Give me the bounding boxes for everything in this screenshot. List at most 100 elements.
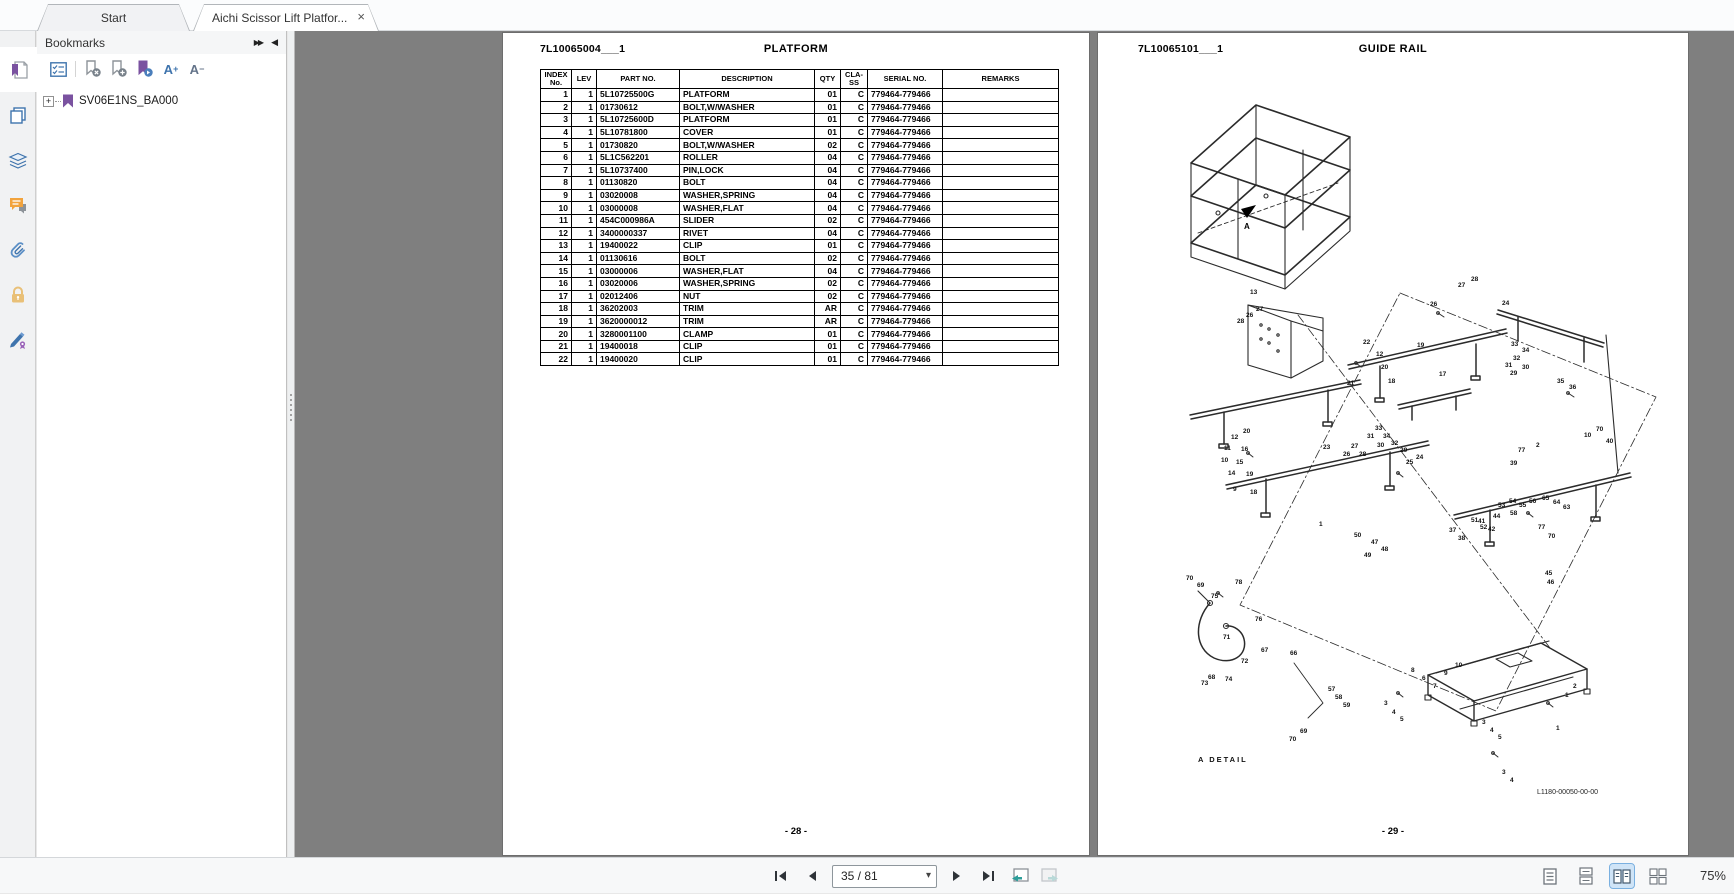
svg-text:67: 67 — [1261, 647, 1269, 654]
svg-text:4: 4 — [1392, 709, 1396, 716]
chevron-down-icon[interactable]: ▾ — [926, 870, 931, 881]
svg-text:27: 27 — [1351, 443, 1359, 450]
first-page-button[interactable] — [770, 865, 792, 887]
collapse-panel-icon[interactable]: ◀ — [271, 37, 278, 48]
svg-text:9: 9 — [1233, 486, 1237, 493]
pdf-page-28: 7L10065004___1 PLATFORM INDEX No. LEV PART… — [502, 32, 1090, 856]
svg-text:12: 12 — [1231, 434, 1239, 441]
svg-text:3: 3 — [1482, 719, 1486, 726]
svg-text:70: 70 — [1289, 736, 1297, 743]
previous-page-button[interactable] — [801, 865, 823, 887]
panel-tab-signatures[interactable] — [0, 317, 36, 362]
add-bookmark-icon[interactable] — [106, 58, 132, 80]
svg-text:44: 44 — [1493, 513, 1501, 520]
tab-start[interactable]: Start — [37, 4, 190, 31]
increase-text-size-button[interactable]: A + — [158, 58, 184, 80]
svg-text:35: 35 — [1557, 378, 1565, 385]
svg-text:30: 30 — [1377, 442, 1385, 449]
last-page-button[interactable] — [977, 865, 999, 887]
table-row: 17 1 02012406 NUT 02 C 779464-779466 — [540, 289, 1059, 304]
next-page-button[interactable] — [946, 865, 968, 887]
single-page-view-button[interactable] — [1538, 864, 1562, 888]
svg-text:8: 8 — [1411, 667, 1415, 674]
svg-text:76: 76 — [1255, 616, 1263, 623]
panel-tab-comments[interactable] — [0, 182, 36, 227]
decrease-text-size-button[interactable]: A − — [184, 58, 210, 80]
svg-text:32: 32 — [1513, 355, 1521, 362]
panel-tab-layers[interactable] — [0, 137, 36, 182]
previous-view-button[interactable] — [1008, 865, 1030, 887]
svg-text:77: 77 — [1518, 447, 1526, 454]
svg-text:28: 28 — [1471, 276, 1479, 283]
svg-text:26: 26 — [1343, 451, 1351, 458]
table-row: 20 1 3280001100 CLAMP 01 C 779464-779466 — [540, 327, 1059, 341]
tab-start-label: Start — [100, 11, 127, 25]
pages-icon — [8, 105, 28, 125]
svg-text:70: 70 — [1186, 575, 1194, 582]
svg-text:58: 58 — [1510, 510, 1518, 517]
table-header-cell: QTY — [814, 69, 841, 89]
toolbar-separator — [75, 61, 76, 77]
parts-table: INDEX No. LEV PART NO. DESCRIPTION QTY CLA- S… — [540, 69, 1059, 367]
svg-text:18: 18 — [1250, 489, 1258, 496]
comments-icon — [8, 195, 28, 215]
svg-text:21: 21 — [1347, 380, 1355, 387]
detail-a-label: A DETAIL — [1198, 755, 1248, 764]
panel-resize-grip[interactable] — [288, 31, 295, 857]
bookmark-item-icon — [62, 94, 74, 108]
svg-text:52: 52 — [1480, 524, 1488, 531]
navigation-icon-strip — [0, 31, 37, 857]
svg-text:A: A — [1244, 222, 1250, 231]
svg-text:68: 68 — [1208, 674, 1216, 681]
page-indicator-input[interactable] — [833, 865, 919, 887]
svg-text:24: 24 — [1416, 454, 1424, 461]
table-row: 3 1 5L10725600D PLATFORM 01 C 779464-779466 — [540, 113, 1059, 127]
table-row: 4 1 5L10781800 COVER 01 C 779464-779466 — [540, 125, 1059, 140]
locate-bookmark-icon[interactable] — [132, 58, 158, 80]
main-region: Bookmarks ▶▶ ◀ A + A − + SV06E1NS_BA000 … — [0, 31, 1734, 857]
svg-text:28: 28 — [1237, 318, 1245, 325]
bookmark-options-icon[interactable] — [45, 58, 71, 80]
bookmarks-panel-header: Bookmarks ▶▶ ◀ — [37, 31, 286, 54]
continuous-view-button[interactable] — [1574, 864, 1598, 888]
svg-text:29: 29 — [1510, 370, 1518, 377]
svg-text:39: 39 — [1510, 460, 1518, 467]
panel-tab-security[interactable] — [0, 272, 36, 317]
page-navigation: ▾ — [770, 858, 1061, 894]
table-header-cell: DESCRIPTION — [679, 69, 815, 89]
svg-text:3: 3 — [1384, 700, 1388, 707]
panel-tab-pages[interactable] — [0, 92, 36, 137]
close-tab-icon[interactable]: × — [357, 10, 365, 24]
svg-text:31: 31 — [1367, 433, 1375, 440]
tab-document[interactable]: Aichi Scissor Lift Platfor... × — [193, 4, 379, 31]
delete-bookmark-icon[interactable] — [80, 58, 106, 80]
status-bar: ▾ — [0, 857, 1734, 893]
facing-view-button[interactable] — [1609, 863, 1635, 889]
svg-text:42: 42 — [1488, 526, 1496, 533]
svg-text:32: 32 — [1391, 440, 1399, 447]
table-header-cell: PART NO. — [596, 69, 680, 89]
bookmarks-tree: + SV06E1NS_BA000 — [37, 91, 286, 111]
bookmark-root-item[interactable]: + SV06E1NS_BA000 — [37, 91, 286, 111]
svg-text:19: 19 — [1417, 342, 1425, 349]
panel-tab-attachments[interactable] — [0, 227, 36, 272]
svg-text:20: 20 — [1381, 364, 1389, 371]
svg-text:59: 59 — [1343, 702, 1351, 709]
svg-text:5: 5 — [1400, 716, 1404, 723]
expand-options-icon[interactable]: ▶▶ — [254, 38, 264, 47]
svg-text:24: 24 — [1502, 300, 1510, 307]
svg-text:34: 34 — [1522, 347, 1530, 354]
svg-text:78: 78 — [1235, 579, 1243, 586]
page-number-label: - 29 - — [1381, 826, 1405, 837]
svg-text:74: 74 — [1225, 676, 1233, 683]
zoom-level-label: 75% — [1699, 868, 1726, 883]
table-header-cell: CLA- SS — [840, 69, 868, 89]
facing-continuous-view-button[interactable] — [1646, 864, 1670, 888]
expand-node-icon[interactable]: + — [43, 95, 54, 107]
document-area: 7L10065004___1 PLATFORM INDEX No. LEV PART… — [295, 31, 1734, 857]
table-row: 15 1 03000006 WASHER,FLAT 04 C 779464-779466 — [540, 264, 1059, 278]
next-view-button[interactable] — [1039, 865, 1061, 887]
svg-text:2: 2 — [1536, 442, 1540, 449]
panel-tab-bookmarks[interactable] — [0, 47, 37, 92]
svg-text:4: 4 — [1510, 777, 1514, 784]
